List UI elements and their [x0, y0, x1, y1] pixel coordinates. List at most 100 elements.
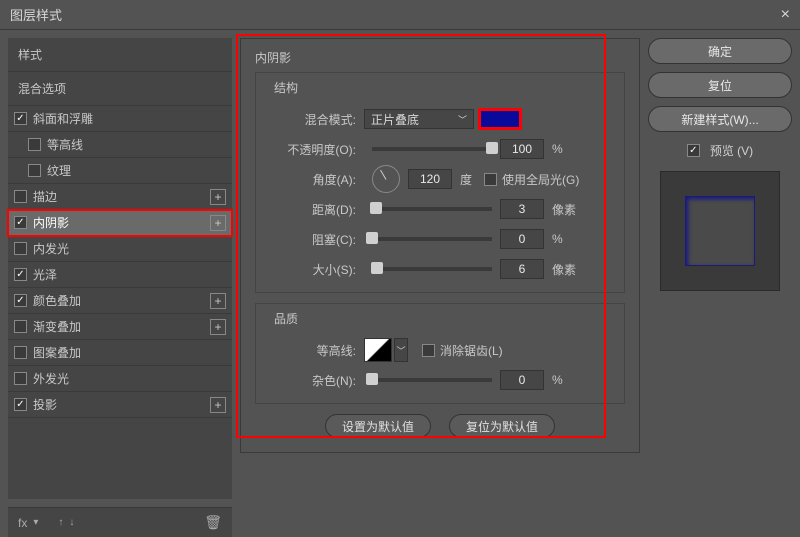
sidebar-item-11[interactable]: 投影 +: [8, 392, 232, 418]
sidebar-item-label: 图案叠加: [33, 344, 81, 361]
make-default-button[interactable]: 设置为默认值: [325, 414, 431, 438]
panel-title: 内阴影: [255, 49, 625, 66]
size-slider[interactable]: [372, 267, 492, 271]
size-label: 大小(S):: [266, 261, 356, 278]
sidebar-header-options[interactable]: 混合选项: [8, 72, 232, 106]
reset-button[interactable]: 复位: [648, 72, 792, 98]
noise-label: 杂色(N):: [266, 372, 356, 389]
noise-input[interactable]: 0: [500, 370, 544, 390]
sidebar-item-label: 等高线: [47, 136, 83, 153]
sidebar-item-label: 光泽: [33, 266, 57, 283]
percent-unit-3: %: [552, 373, 563, 387]
angle-dial[interactable]: [372, 165, 400, 193]
choke-label: 阻塞(C):: [266, 231, 356, 248]
sidebar-item-8[interactable]: 渐变叠加 +: [8, 314, 232, 340]
plus-icon[interactable]: +: [210, 319, 226, 335]
ok-button[interactable]: 确定: [648, 38, 792, 64]
global-light-label: 使用全局光(G): [502, 171, 579, 188]
inner-shadow-panel: 内阴影 结构 混合模式: 正片叠底 ﹀ 不透明度(O): 100 %: [240, 38, 640, 453]
preview-label: 预览 (V): [710, 142, 753, 159]
sidebar-item-label: 渐变叠加: [33, 318, 81, 335]
plus-icon[interactable]: +: [210, 293, 226, 309]
contour-label: 等高线:: [266, 342, 356, 359]
structure-group-title: 结构: [270, 79, 302, 96]
sidebar-footer: fx ▾ ↑ ↓ 🗑: [8, 507, 232, 537]
sidebar-item-label: 外发光: [33, 370, 69, 387]
arrow-up-icon[interactable]: ↑: [58, 517, 63, 528]
choke-slider[interactable]: [372, 237, 492, 241]
px-unit: 像素: [552, 201, 576, 218]
arrow-down-icon[interactable]: ↓: [69, 517, 74, 528]
sidebar-item-9[interactable]: 图案叠加: [8, 340, 232, 366]
sidebar-item-label: 纹理: [47, 162, 71, 179]
checkbox[interactable]: [28, 164, 41, 177]
angle-input[interactable]: 120: [408, 169, 452, 189]
percent-unit: %: [552, 142, 563, 156]
sidebar-item-10[interactable]: 外发光: [8, 366, 232, 392]
opacity-label: 不透明度(O):: [266, 141, 356, 158]
chevron-down-icon: ﹀: [458, 113, 467, 126]
sidebar: 样式 混合选项 斜面和浮雕等高线纹理描边 + 内阴影 + 内发光光泽颜色叠加 + 渐变叠加 +…: [8, 38, 232, 499]
choke-input[interactable]: 0: [500, 229, 544, 249]
contour-chevron-icon[interactable]: ﹀: [394, 338, 408, 362]
sidebar-item-6[interactable]: 光泽: [8, 262, 232, 288]
color-swatch[interactable]: [478, 108, 522, 130]
preview-checkbox[interactable]: [687, 144, 700, 157]
sidebar-item-label: 内发光: [33, 240, 69, 257]
antialias-label: 消除锯齿(L): [440, 342, 503, 359]
checkbox[interactable]: [14, 190, 27, 203]
plus-icon[interactable]: +: [210, 397, 226, 413]
checkbox[interactable]: [14, 294, 27, 307]
noise-slider[interactable]: [372, 378, 492, 382]
sidebar-item-0[interactable]: 斜面和浮雕: [8, 106, 232, 132]
distance-label: 距离(D):: [266, 201, 356, 218]
dialog-title: 图层样式: [10, 5, 62, 24]
global-light-checkbox[interactable]: [484, 173, 497, 186]
opacity-input[interactable]: 100: [500, 139, 544, 159]
close-icon[interactable]: ×: [781, 6, 790, 24]
antialias-checkbox[interactable]: [422, 344, 435, 357]
px-unit-2: 像素: [552, 261, 576, 278]
sidebar-header-styles[interactable]: 样式: [8, 38, 232, 72]
checkbox[interactable]: [28, 138, 41, 151]
sidebar-item-label: 描边: [33, 188, 57, 205]
checkbox[interactable]: [14, 398, 27, 411]
sidebar-item-label: 投影: [33, 396, 57, 413]
checkbox[interactable]: [14, 372, 27, 385]
distance-input[interactable]: 3: [500, 199, 544, 219]
chevron-down-icon[interactable]: ▾: [33, 517, 38, 528]
blend-mode-value: 正片叠底: [371, 111, 419, 128]
sidebar-item-3[interactable]: 描边 +: [8, 184, 232, 210]
distance-slider[interactable]: [372, 207, 492, 211]
checkbox[interactable]: [14, 268, 27, 281]
plus-icon[interactable]: +: [210, 189, 226, 205]
checkbox[interactable]: [14, 320, 27, 333]
preview-thumbnail: [660, 171, 780, 291]
quality-group-title: 品质: [270, 310, 302, 327]
opacity-slider[interactable]: [372, 147, 492, 151]
size-input[interactable]: 6: [500, 259, 544, 279]
plus-icon[interactable]: +: [210, 215, 226, 231]
sidebar-item-7[interactable]: 颜色叠加 +: [8, 288, 232, 314]
sidebar-item-label: 斜面和浮雕: [33, 110, 93, 127]
sidebar-item-1[interactable]: 等高线: [8, 132, 232, 158]
checkbox[interactable]: [14, 346, 27, 359]
trash-icon[interactable]: 🗑: [204, 514, 222, 531]
sidebar-item-4[interactable]: 内阴影 +: [8, 210, 232, 236]
fx-label[interactable]: fx: [18, 516, 27, 530]
sidebar-item-2[interactable]: 纹理: [8, 158, 232, 184]
blend-mode-label: 混合模式:: [266, 111, 356, 128]
checkbox[interactable]: [14, 112, 27, 125]
reset-default-button[interactable]: 复位为默认值: [449, 414, 555, 438]
sidebar-item-label: 内阴影: [33, 214, 69, 231]
angle-label: 角度(A):: [266, 171, 356, 188]
checkbox[interactable]: [14, 242, 27, 255]
new-style-button[interactable]: 新建样式(W)...: [648, 106, 792, 132]
degree-unit: 度: [460, 171, 472, 188]
percent-unit-2: %: [552, 232, 563, 246]
blend-mode-dropdown[interactable]: 正片叠底 ﹀: [364, 109, 474, 129]
sidebar-item-label: 颜色叠加: [33, 292, 81, 309]
sidebar-item-5[interactable]: 内发光: [8, 236, 232, 262]
contour-picker[interactable]: [364, 338, 392, 362]
checkbox[interactable]: [14, 216, 27, 229]
